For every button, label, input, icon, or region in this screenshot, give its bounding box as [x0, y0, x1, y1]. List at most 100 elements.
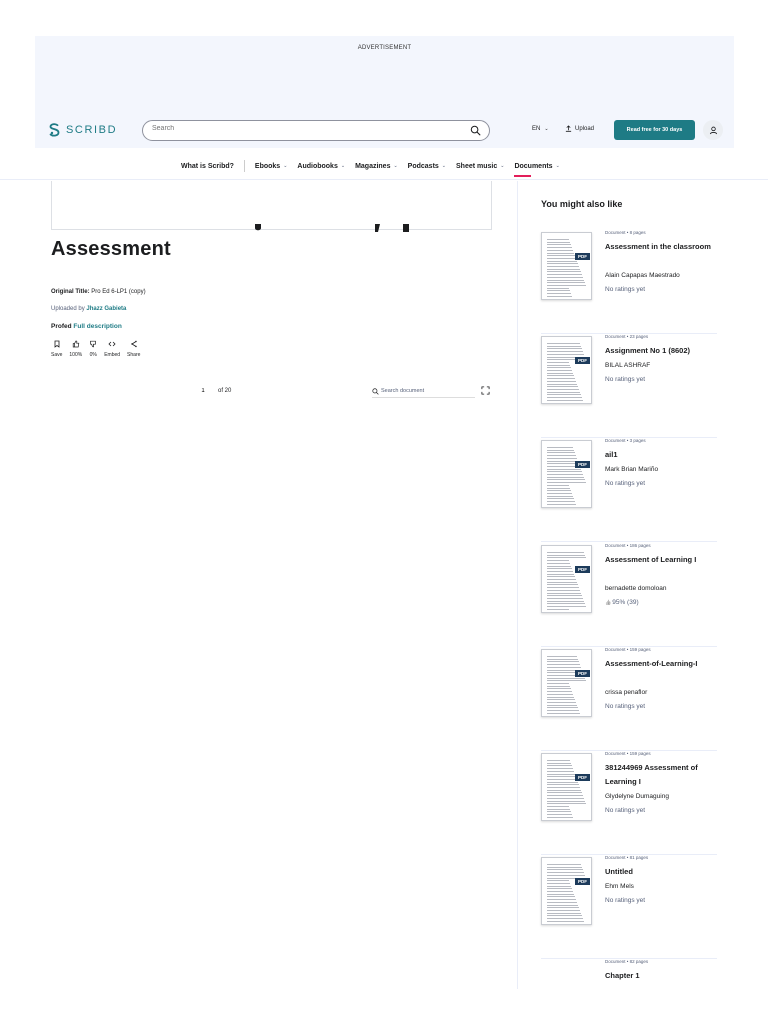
search-icon — [372, 387, 379, 395]
clipped-title-fragment — [255, 224, 409, 232]
page-navigator: of 20 — [196, 385, 231, 397]
nav-item-what-is-scribd[interactable]: What is Scribd? — [181, 163, 234, 170]
document-viewer-frame — [51, 181, 492, 230]
scribd-logo-icon — [49, 123, 60, 137]
card-meta: Document • 159 pages — [605, 751, 651, 756]
card-rating: No ratings yet — [605, 703, 646, 710]
uploaded-by-label: Uploaded by — [51, 306, 85, 312]
search-input[interactable] — [152, 125, 452, 132]
document-search[interactable]: Search document — [372, 385, 475, 398]
card-author: BILAL ASHRAF — [605, 362, 651, 369]
document-thumbnail[interactable]: PDF — [541, 753, 592, 821]
original-title: Original Title: Pro Ed 6-LP1 (copy) — [51, 289, 146, 295]
sidebar-heading: You might also like — [541, 199, 623, 209]
advertisement-label: ADVERTISEMENT — [357, 45, 412, 51]
action-label: Share — [127, 352, 141, 358]
chevron-down-icon: ⌄ — [283, 163, 288, 169]
scribd-logo[interactable]: SCRIBD — [49, 123, 117, 137]
search-icon[interactable] — [470, 125, 481, 136]
nav-item-label: Audiobooks — [297, 162, 338, 170]
description: Profed Full description — [51, 323, 122, 330]
page-number-input[interactable] — [196, 385, 210, 397]
fullscreen-icon[interactable] — [481, 386, 490, 395]
document-actions: Save 100% 0% Embed Share — [51, 340, 147, 358]
card-meta: Document • 186 pages — [605, 543, 651, 548]
card-title[interactable]: Untitled — [605, 865, 717, 879]
description-text: Profed — [51, 323, 72, 330]
recommended-document-card[interactable]: Document • 82 pages Chapter 1 — [541, 959, 717, 1024]
account-icon[interactable] — [703, 120, 723, 140]
recommended-document-card[interactable]: PDF Document • 186 pages Assessment of Lea… — [541, 543, 717, 647]
action-label: Save — [51, 352, 63, 358]
recommended-document-card[interactable]: PDF Document • 159 pages 381244969 Assessm… — [541, 751, 717, 855]
nav-item-ebooks[interactable]: Ebooks ⌄ — [255, 163, 288, 170]
nav-item-audiobooks[interactable]: Audiobooks ⌄ — [297, 163, 345, 170]
thumbs-up-icon — [72, 340, 80, 348]
card-meta: Document • 23 pages — [605, 334, 649, 339]
card-title[interactable]: 381244969 Assessment of Learning I — [605, 761, 717, 789]
card-rating: No ratings yet — [605, 897, 646, 904]
nav-item-label: Sheet music — [456, 162, 498, 170]
recommended-document-card[interactable]: PDF Document • 23 pages Assignment No 1 (8… — [541, 334, 717, 438]
bookmark-button[interactable]: Save — [51, 340, 62, 358]
original-title-label: Original Title: — [51, 289, 90, 295]
thumbs-down-icon — [90, 340, 97, 348]
thumbs-down-button[interactable]: 0% — [89, 340, 97, 358]
nav-item-documents[interactable]: Documents ⌄ — [514, 163, 560, 177]
card-title[interactable]: Assessment-of-Learning-I — [605, 657, 717, 671]
document-thumbnail[interactable]: PDF — [541, 440, 592, 508]
uploader-link[interactable]: Jhazz Gabieta — [86, 306, 126, 312]
card-author: bernadette domoloan — [605, 585, 667, 592]
pdf-badge: PDF — [575, 253, 590, 260]
nav-item-podcasts[interactable]: Podcasts ⌄ — [408, 163, 446, 170]
document-thumbnail[interactable]: PDF — [541, 857, 592, 925]
share-button[interactable]: Share — [127, 340, 140, 358]
document-title: Assessment — [51, 238, 171, 260]
recommended-document-card[interactable]: PDF Document • 81 pages Untitled Ehm Mels No… — [541, 855, 717, 959]
chevron-down-icon: ⌄ — [544, 126, 549, 132]
document-thumbnail[interactable]: PDF — [541, 545, 592, 613]
card-title[interactable]: ail1 — [605, 448, 717, 462]
nav-item-magazines[interactable]: Magazines ⌄ — [355, 163, 398, 170]
pdf-badge: PDF — [575, 461, 590, 468]
upload-button[interactable]: Upload — [565, 125, 594, 132]
card-rating: No ratings yet — [605, 376, 646, 383]
action-label: 100% — [69, 352, 83, 358]
card-author: crissa penaflor — [605, 689, 648, 696]
chevron-down-icon: ⌄ — [500, 163, 505, 169]
card-rating: No ratings yet — [605, 480, 646, 487]
read-free-button[interactable]: Read free for 30 days — [614, 120, 695, 140]
card-rating: No ratings yet — [605, 807, 646, 814]
thumbs-up-icon: 👍 — [605, 600, 612, 606]
nav-separator — [243, 160, 245, 172]
upload-icon — [565, 125, 572, 132]
card-title[interactable]: Chapter 1 — [605, 969, 717, 983]
sidebar-divider — [517, 181, 518, 989]
chevron-down-icon: ⌄ — [555, 163, 560, 169]
nav-item-label: What is Scribd? — [181, 162, 234, 170]
pdf-badge: PDF — [575, 878, 590, 885]
thumbs-up-button[interactable]: 100% — [69, 340, 82, 358]
uploaded-by: Uploaded by Jhazz Gabieta — [51, 306, 126, 312]
embed-button[interactable]: Embed — [104, 340, 120, 358]
pdf-badge: PDF — [575, 357, 590, 364]
card-meta: Document • 82 pages — [605, 959, 649, 964]
language-selector[interactable]: EN ⌄ — [532, 126, 549, 132]
card-author: Mark Brian Mariño — [605, 466, 659, 473]
recommended-document-card[interactable]: PDF Document • 159 pages Assessment-of-Lea… — [541, 647, 717, 751]
card-title[interactable]: Assignment No 1 (8602) — [605, 344, 717, 358]
nav-item-label: Magazines — [355, 162, 391, 170]
card-title[interactable]: Assessment of Learning I — [605, 553, 717, 567]
upload-label: Upload — [575, 125, 595, 132]
language-label: EN — [532, 126, 541, 132]
full-description-link[interactable]: Full description — [73, 323, 121, 330]
nav-item-sheet-music[interactable]: Sheet music ⌄ — [456, 163, 504, 170]
search-box[interactable] — [142, 120, 490, 141]
recommended-document-card[interactable]: PDF Document • 3 pages ail1 Mark Brian Mari… — [541, 438, 717, 542]
main-nav: What is Scribd? Ebooks ⌄ Audiobooks ⌄ Magazin… — [0, 156, 768, 180]
card-title[interactable]: Assessment in the classroom — [605, 240, 717, 254]
document-thumbnail[interactable]: PDF — [541, 649, 592, 717]
document-thumbnail[interactable]: PDF — [541, 232, 592, 300]
document-thumbnail[interactable]: PDF — [541, 336, 592, 404]
recommended-document-card[interactable]: PDF Document • 8 pages Assessment in the c… — [541, 230, 717, 334]
